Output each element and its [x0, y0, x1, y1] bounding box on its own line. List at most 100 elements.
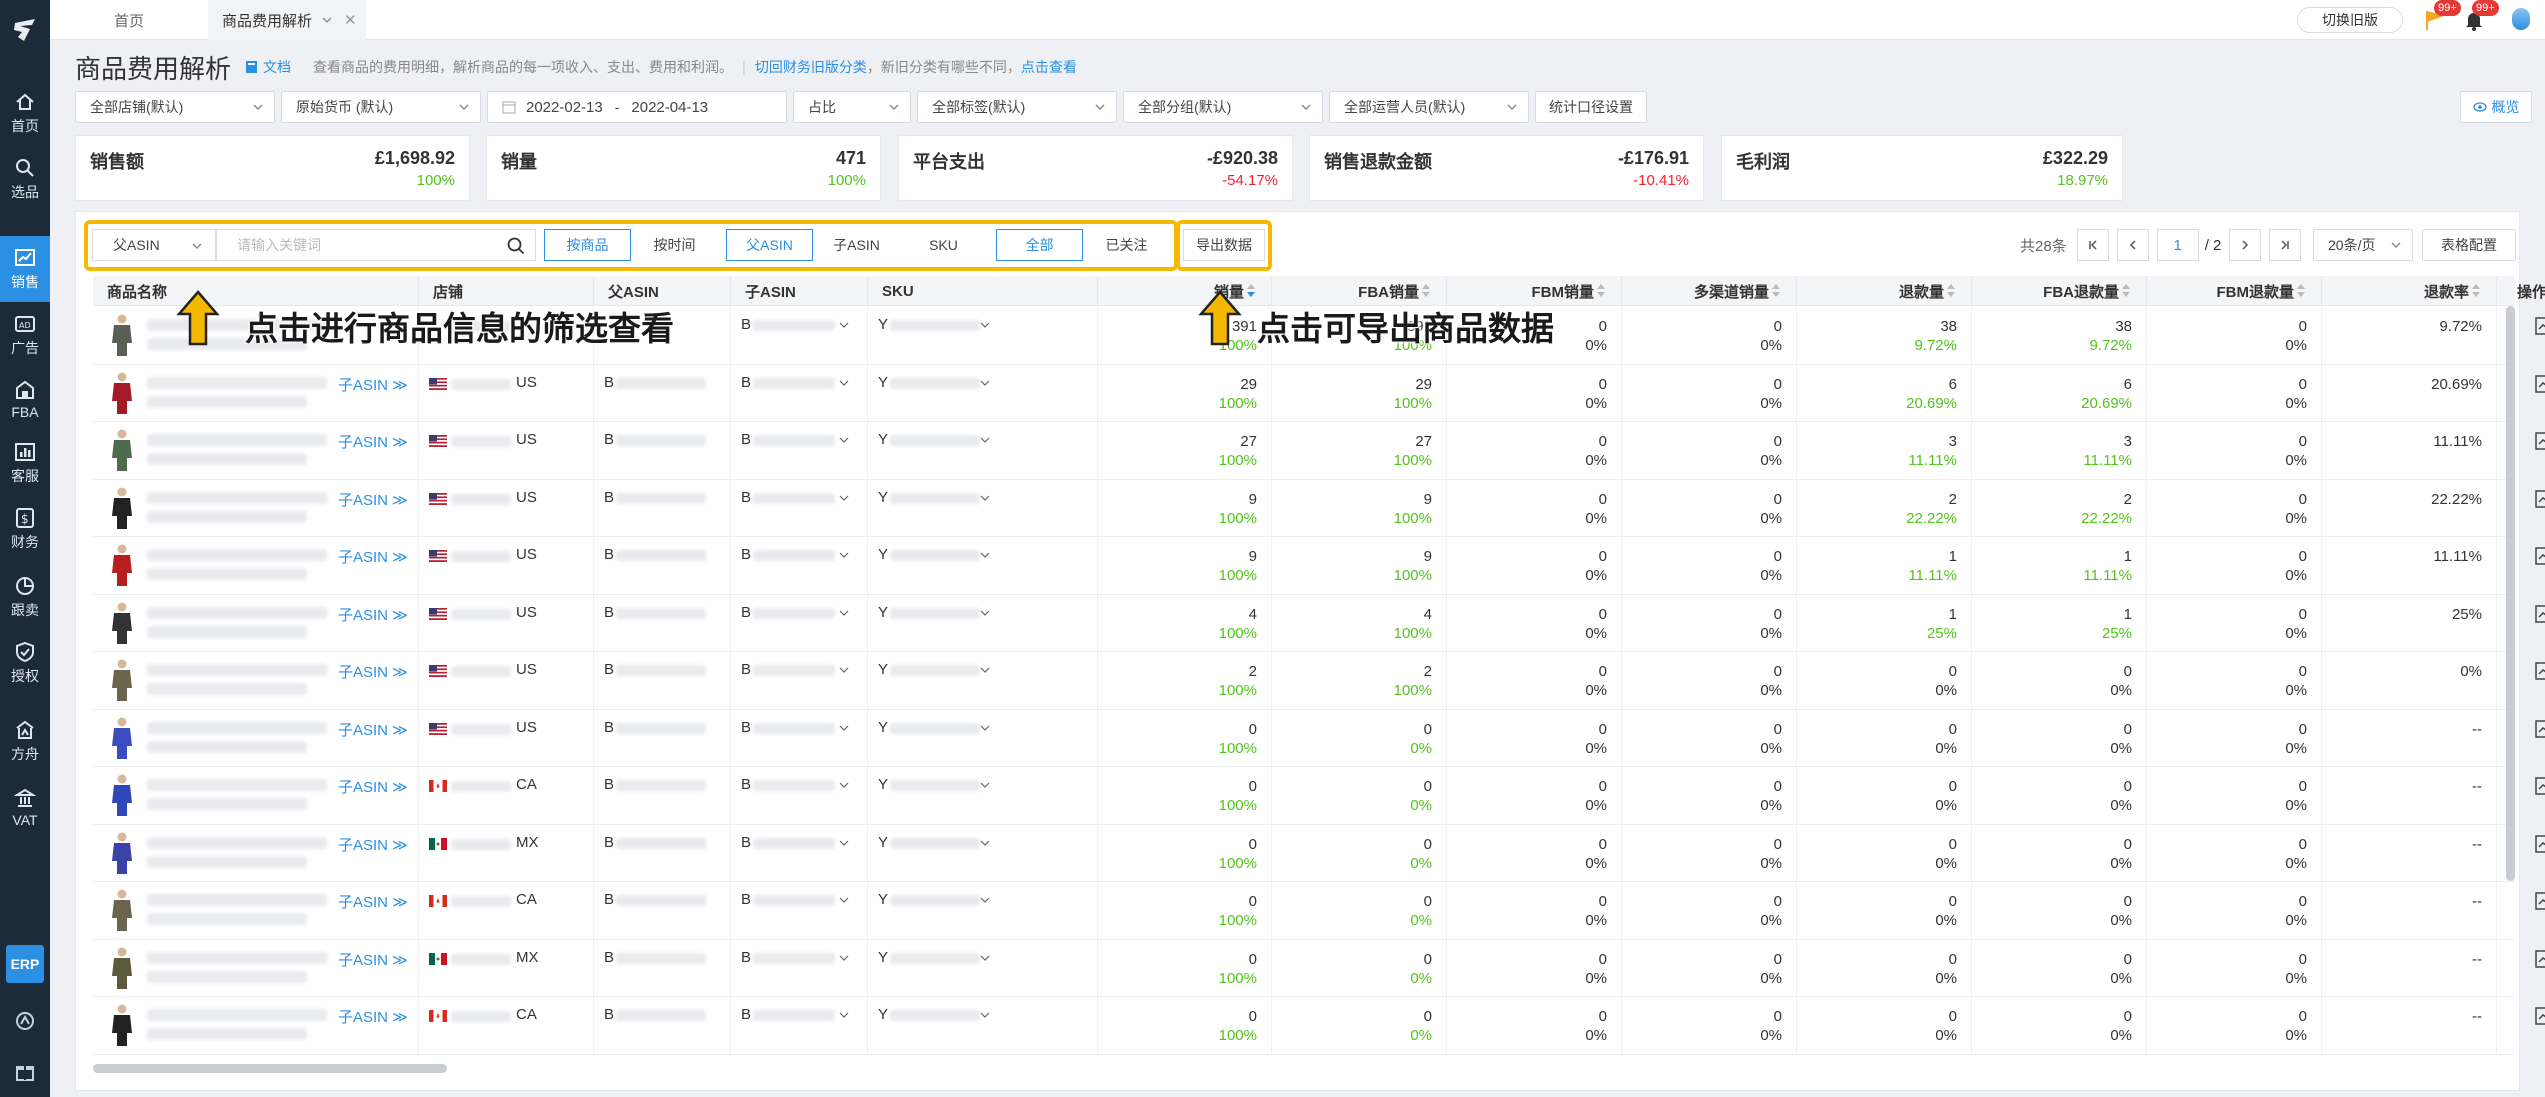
- product-title-blurred[interactable]: [147, 913, 307, 925]
- ark-circle-icon[interactable]: [0, 1010, 50, 1032]
- sidebar-item-9[interactable]: 方舟: [0, 708, 50, 774]
- product-title-blurred[interactable]: [147, 970, 307, 983]
- by-time-button[interactable]: 按时间: [631, 229, 718, 261]
- chevron-down-icon[interactable]: [980, 1010, 990, 1020]
- chevron-down-icon[interactable]: [980, 665, 990, 675]
- chevron-down-icon[interactable]: [980, 435, 990, 445]
- trend-chart-icon[interactable]: [2535, 547, 2545, 565]
- ratio-select[interactable]: 占比: [793, 91, 911, 123]
- chevron-down-icon[interactable]: [980, 780, 990, 790]
- product-title-blurred[interactable]: [147, 1028, 307, 1040]
- parent-asin[interactable]: B: [604, 546, 614, 563]
- last-page-button[interactable]: [2269, 229, 2302, 261]
- trend-chart-icon[interactable]: [2535, 432, 2545, 450]
- by-product-button[interactable]: 按商品: [544, 229, 631, 261]
- table-row[interactable]: 子ASIN ≫ US B B Y 27 100% 27 100% 0 0% 0 0% 3 11.11% 3 11…: [93, 422, 2545, 480]
- table-row[interactable]: 子ASIN ≫ CA B B Y 0 100% 0 0% 0 0% 0 0% 0 0% 0 0% 0 0% --: [93, 997, 2545, 1055]
- prev-page-button[interactable]: [2116, 229, 2149, 261]
- product-title-blurred[interactable]: [147, 606, 327, 619]
- parent-asin[interactable]: B: [604, 604, 614, 621]
- trend-chart-icon[interactable]: [2535, 604, 2545, 623]
- child-asin[interactable]: B: [741, 776, 751, 793]
- column-header[interactable]: FBM退款量: [2147, 276, 2322, 306]
- product-title-blurred[interactable]: [147, 894, 327, 906]
- date-end[interactable]: 2022-04-13: [631, 99, 708, 116]
- product-thumbnail[interactable]: [107, 658, 137, 702]
- child-asin[interactable]: B: [741, 431, 751, 448]
- product-title-blurred[interactable]: [147, 1009, 327, 1021]
- sku[interactable]: Y: [878, 776, 888, 793]
- trend-chart-icon[interactable]: [2535, 662, 2545, 680]
- chevron-down-icon[interactable]: [980, 320, 990, 330]
- sidebar-item-4[interactable]: FBA: [0, 366, 50, 432]
- product-thumbnail[interactable]: [107, 428, 137, 472]
- column-header[interactable]: FBA退款量: [1972, 276, 2147, 306]
- child-asin-toggle[interactable]: 子ASIN ≫: [338, 546, 408, 567]
- product-title-blurred[interactable]: [147, 625, 307, 638]
- switch-old-category-link[interactable]: 切回财务旧版分类: [755, 57, 867, 77]
- app-logo[interactable]: [0, 0, 50, 60]
- followed-button[interactable]: 已关注: [1083, 229, 1170, 261]
- vertical-scrollbar[interactable]: [2506, 306, 2515, 881]
- sort-icon[interactable]: [1247, 284, 1255, 298]
- chevron-down-icon[interactable]: [839, 493, 849, 503]
- product-title-blurred[interactable]: [147, 951, 327, 964]
- sku[interactable]: Y: [878, 719, 888, 736]
- child-asin-toggle[interactable]: 子ASIN ≫: [338, 719, 408, 740]
- trend-chart-icon[interactable]: [2535, 777, 2545, 795]
- sku[interactable]: Y: [878, 891, 888, 908]
- trend-chart-icon[interactable]: [2535, 317, 2545, 335]
- tag-select[interactable]: 全部标签(默认): [917, 91, 1117, 123]
- first-page-button[interactable]: [2076, 229, 2109, 261]
- next-page-button[interactable]: [2229, 229, 2262, 261]
- parent-asin[interactable]: B: [604, 891, 614, 908]
- parent-asin-button[interactable]: 父ASIN: [726, 229, 813, 261]
- child-asin-toggle[interactable]: 子ASIN ≫: [338, 834, 408, 855]
- table-row[interactable]: 子ASIN ≫ US B B Y 4 100% 4 100% 0 0% 0 0% 1 25% 1 25% 0 0% 2…: [93, 594, 2545, 652]
- chevron-down-icon[interactable]: [839, 608, 849, 618]
- sort-icon[interactable]: [2122, 284, 2130, 298]
- trend-chart-icon[interactable]: [2535, 892, 2545, 910]
- sidebar-item-8[interactable]: 授权: [0, 630, 50, 696]
- date-range-picker[interactable]: 2022-02-13 - 2022-04-13: [487, 91, 787, 123]
- table-row[interactable]: 子ASIN ≫ CA B B Y 0 100% 0 0% 0 0% 0 0% 0 0% 0 0% 0 0% --: [93, 767, 2545, 825]
- child-asin-toggle[interactable]: 子ASIN ≫: [338, 661, 408, 682]
- child-asin-toggle[interactable]: 子ASIN ≫: [338, 891, 408, 912]
- child-asin-toggle[interactable]: 子ASIN ≫: [338, 1006, 408, 1027]
- child-asin-toggle[interactable]: 子ASIN ≫: [338, 776, 408, 797]
- product-title-blurred[interactable]: [147, 434, 327, 446]
- product-thumbnail[interactable]: [107, 543, 137, 587]
- product-thumbnail[interactable]: [107, 371, 137, 415]
- trend-chart-icon[interactable]: [2535, 719, 2545, 738]
- product-title-blurred[interactable]: [147, 376, 327, 389]
- product-thumbnail[interactable]: [107, 313, 137, 357]
- product-thumbnail[interactable]: [107, 831, 137, 875]
- sku[interactable]: Y: [878, 949, 888, 966]
- sku[interactable]: Y: [878, 546, 888, 563]
- product-title-blurred[interactable]: [147, 395, 307, 408]
- tab-product-expense[interactable]: 商品费用解析 ✕: [208, 0, 366, 40]
- child-asin[interactable]: B: [741, 489, 751, 506]
- child-asin[interactable]: B: [741, 661, 751, 678]
- sidebar-item-0[interactable]: 首页: [0, 80, 50, 146]
- child-asin-button[interactable]: 子ASIN: [813, 229, 900, 261]
- child-asin[interactable]: B: [741, 546, 751, 563]
- chevron-down-icon[interactable]: [980, 550, 990, 560]
- parent-asin[interactable]: B: [604, 431, 614, 448]
- parent-asin[interactable]: B: [604, 949, 614, 966]
- chevron-down-icon[interactable]: [839, 435, 849, 445]
- date-start[interactable]: 2022-02-13: [526, 99, 603, 116]
- chevron-down-icon[interactable]: [980, 493, 990, 503]
- product-thumbnail[interactable]: [107, 773, 137, 817]
- sidebar-item-2[interactable]: 销售: [0, 236, 50, 302]
- asin-type-select[interactable]: 父ASIN: [92, 229, 216, 261]
- product-title-blurred[interactable]: [147, 798, 307, 810]
- page-size-select[interactable]: 20条/页: [2313, 229, 2413, 261]
- chevron-down-icon[interactable]: [839, 665, 849, 675]
- table-row[interactable]: 子ASIN ≫ US B B Y 9 100% 9 100% 0 0% 0 0% 2 22.22% 2 22.2…: [93, 479, 2545, 537]
- chevron-down-icon[interactable]: [980, 895, 990, 905]
- doc-link[interactable]: 文档: [245, 57, 291, 77]
- sort-icon[interactable]: [1772, 284, 1780, 298]
- child-asin[interactable]: B: [741, 374, 751, 391]
- sort-icon[interactable]: [2472, 284, 2480, 298]
